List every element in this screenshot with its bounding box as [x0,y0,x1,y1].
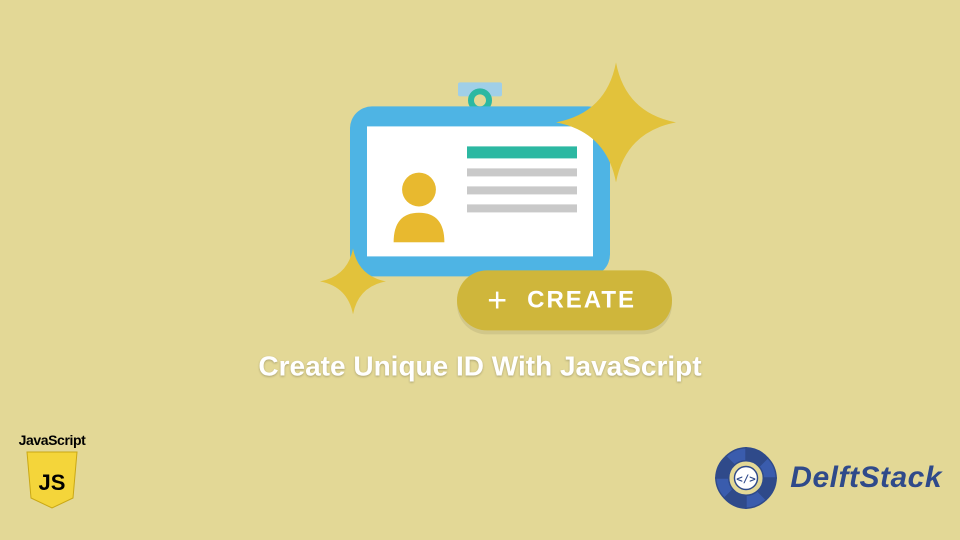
create-button-label: CREATE [527,286,636,314]
brand-badge-glyph: </> [737,472,757,485]
id-card: + CREATE Create Unique ID With JavaScrip… [340,84,620,284]
js-shield-text: JS [39,470,66,495]
avatar-icon [387,168,451,242]
javascript-logo-label: JavaScript [18,432,86,448]
javascript-logo: JavaScript JS [18,432,86,510]
hero-illustration: + CREATE Create Unique ID With JavaScrip… [260,84,700,404]
create-button[interactable]: + CREATE [457,270,672,330]
id-card-info-line [467,204,577,212]
brand-mandala-icon: </> [710,442,782,514]
brand-logo: </> DelftStack [710,442,942,514]
page-title: Create Unique ID With JavaScript [258,350,701,382]
id-card-info-line [467,186,577,194]
js-shield-icon: JS [24,450,80,510]
sparkle-icon [556,62,676,182]
plus-icon: + [487,290,509,310]
brand-name: DelftStack [790,461,942,495]
sparkle-icon [320,248,386,314]
